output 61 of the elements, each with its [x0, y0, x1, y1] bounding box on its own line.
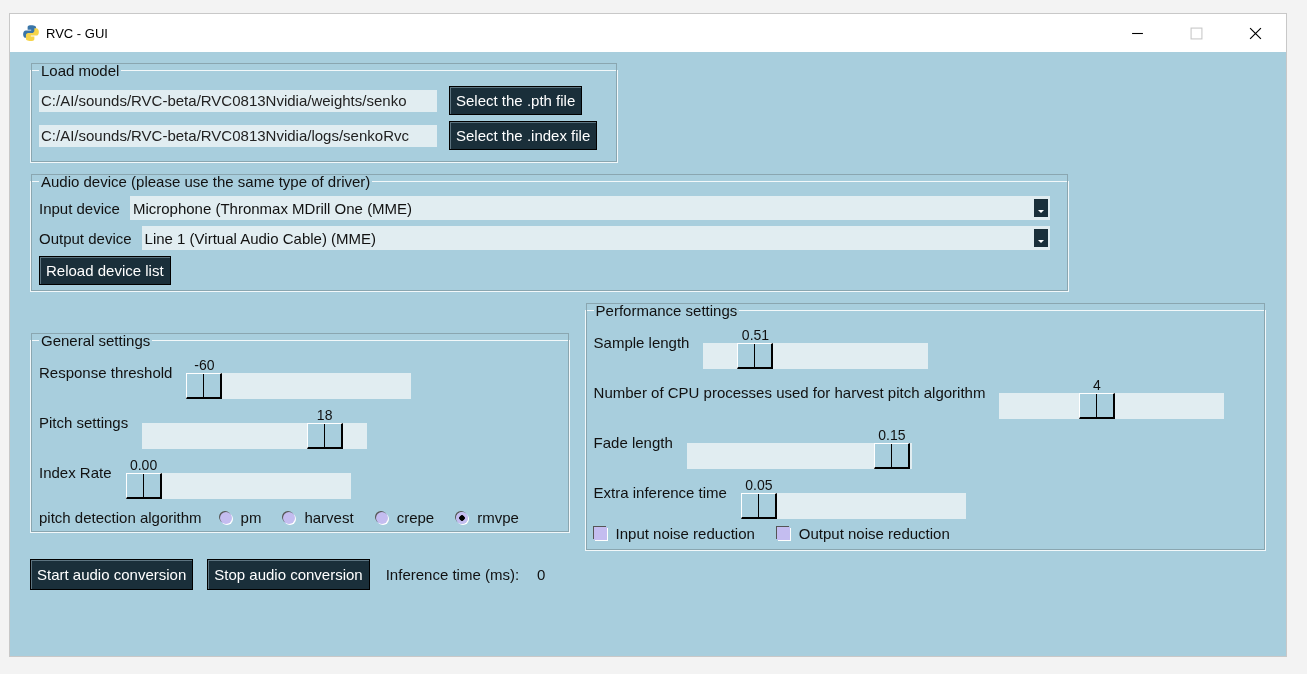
slider-thumb[interactable] — [125, 473, 162, 499]
stop-conversion-button[interactable]: Stop audio conversion — [207, 559, 370, 590]
frame-title: Load model — [40, 62, 121, 79]
slider-track[interactable] — [686, 443, 912, 469]
algorithm-radio[interactable]: harvest — [283, 509, 354, 526]
slider-value: 4 — [1091, 377, 1102, 393]
frame-title: Performance settings — [594, 302, 739, 319]
reload-device-list-button[interactable]: Reload device list — [39, 256, 171, 285]
radio-icon[interactable] — [375, 511, 388, 524]
algorithm-label: pitch detection algorithm — [39, 509, 202, 526]
slider-label: Response threshold — [39, 364, 173, 383]
checkbox-icon[interactable] — [593, 527, 607, 540]
slider-thumb[interactable] — [1078, 393, 1115, 419]
inference-time-value: 0 — [537, 566, 546, 583]
slider-value: 0.15 — [877, 427, 907, 443]
slider-value: 0.05 — [744, 477, 774, 493]
slider-thumb[interactable] — [873, 443, 910, 469]
slider-label: Sample length — [593, 334, 690, 353]
window-title: RVC - GUI — [46, 25, 108, 41]
frame-title: General settings — [40, 332, 152, 349]
algorithm-radio[interactable]: rmvpe — [456, 509, 519, 526]
select-file-button[interactable]: Select the .index file — [449, 121, 598, 150]
inference-time-label: Inference time (ms): — [385, 566, 520, 583]
slider-value: 18 — [315, 407, 334, 423]
noise-reduction-checkbox[interactable]: Output noise reduction — [776, 525, 950, 542]
slider-thumb[interactable] — [737, 343, 774, 369]
frame-title: Audio device (please use the same type of driver) — [40, 173, 372, 190]
select-file-button[interactable]: Select the .pth file — [449, 86, 583, 115]
noise-reduction-checkbox[interactable]: Input noise reduction — [593, 525, 755, 542]
slider-value: -60 — [193, 357, 216, 373]
radio-icon[interactable] — [283, 511, 296, 524]
algorithm-radio[interactable]: pm — [219, 509, 262, 526]
start-conversion-button[interactable]: Start audio conversion — [30, 559, 194, 590]
file-path-field[interactable]: C:/AI/sounds/RVC-beta/RVC0813Nvidia/logs/senkoRvc — [39, 124, 437, 147]
device-dropdown[interactable]: Microphone (Thronmax MDrill One (MME) — [129, 196, 1050, 220]
slider-label: Index Rate — [39, 464, 112, 483]
slider-thumb[interactable] — [306, 423, 343, 449]
slider-thumb[interactable] — [740, 493, 777, 519]
algorithm-radio[interactable]: crepe — [375, 509, 435, 526]
file-path-field[interactable]: C:/AI/sounds/RVC-beta/RVC0813Nvidia/weights/senko — [39, 89, 437, 112]
radio-icon[interactable] — [456, 511, 469, 524]
slider-label: Extra inference time — [593, 484, 727, 503]
slider-track[interactable] — [999, 393, 1225, 419]
device-dropdown[interactable]: Line 1 (Virtual Audio Cable) (MME) — [141, 226, 1050, 250]
slider-label: Fade length — [593, 434, 673, 453]
python-logo-icon — [22, 24, 40, 42]
slider-value: 0.51 — [740, 327, 771, 343]
checkbox-icon[interactable] — [776, 527, 790, 540]
slider-track[interactable] — [703, 343, 929, 369]
slider-thumb[interactable] — [186, 373, 223, 399]
device-label: Input device — [39, 199, 120, 217]
slider-label: Number of CPU processes used for harvest pitch algorithm — [593, 384, 986, 403]
slider-label: Pitch settings — [39, 414, 129, 433]
slider-track[interactable] — [740, 493, 966, 519]
device-label: Output device — [39, 229, 132, 247]
close-icon[interactable] — [1249, 26, 1262, 40]
radio-icon[interactable] — [219, 511, 232, 524]
slider-value: 0.00 — [128, 457, 159, 473]
slider-track[interactable] — [186, 373, 412, 399]
slider-track[interactable] — [142, 423, 368, 449]
slider-track[interactable] — [125, 473, 351, 499]
